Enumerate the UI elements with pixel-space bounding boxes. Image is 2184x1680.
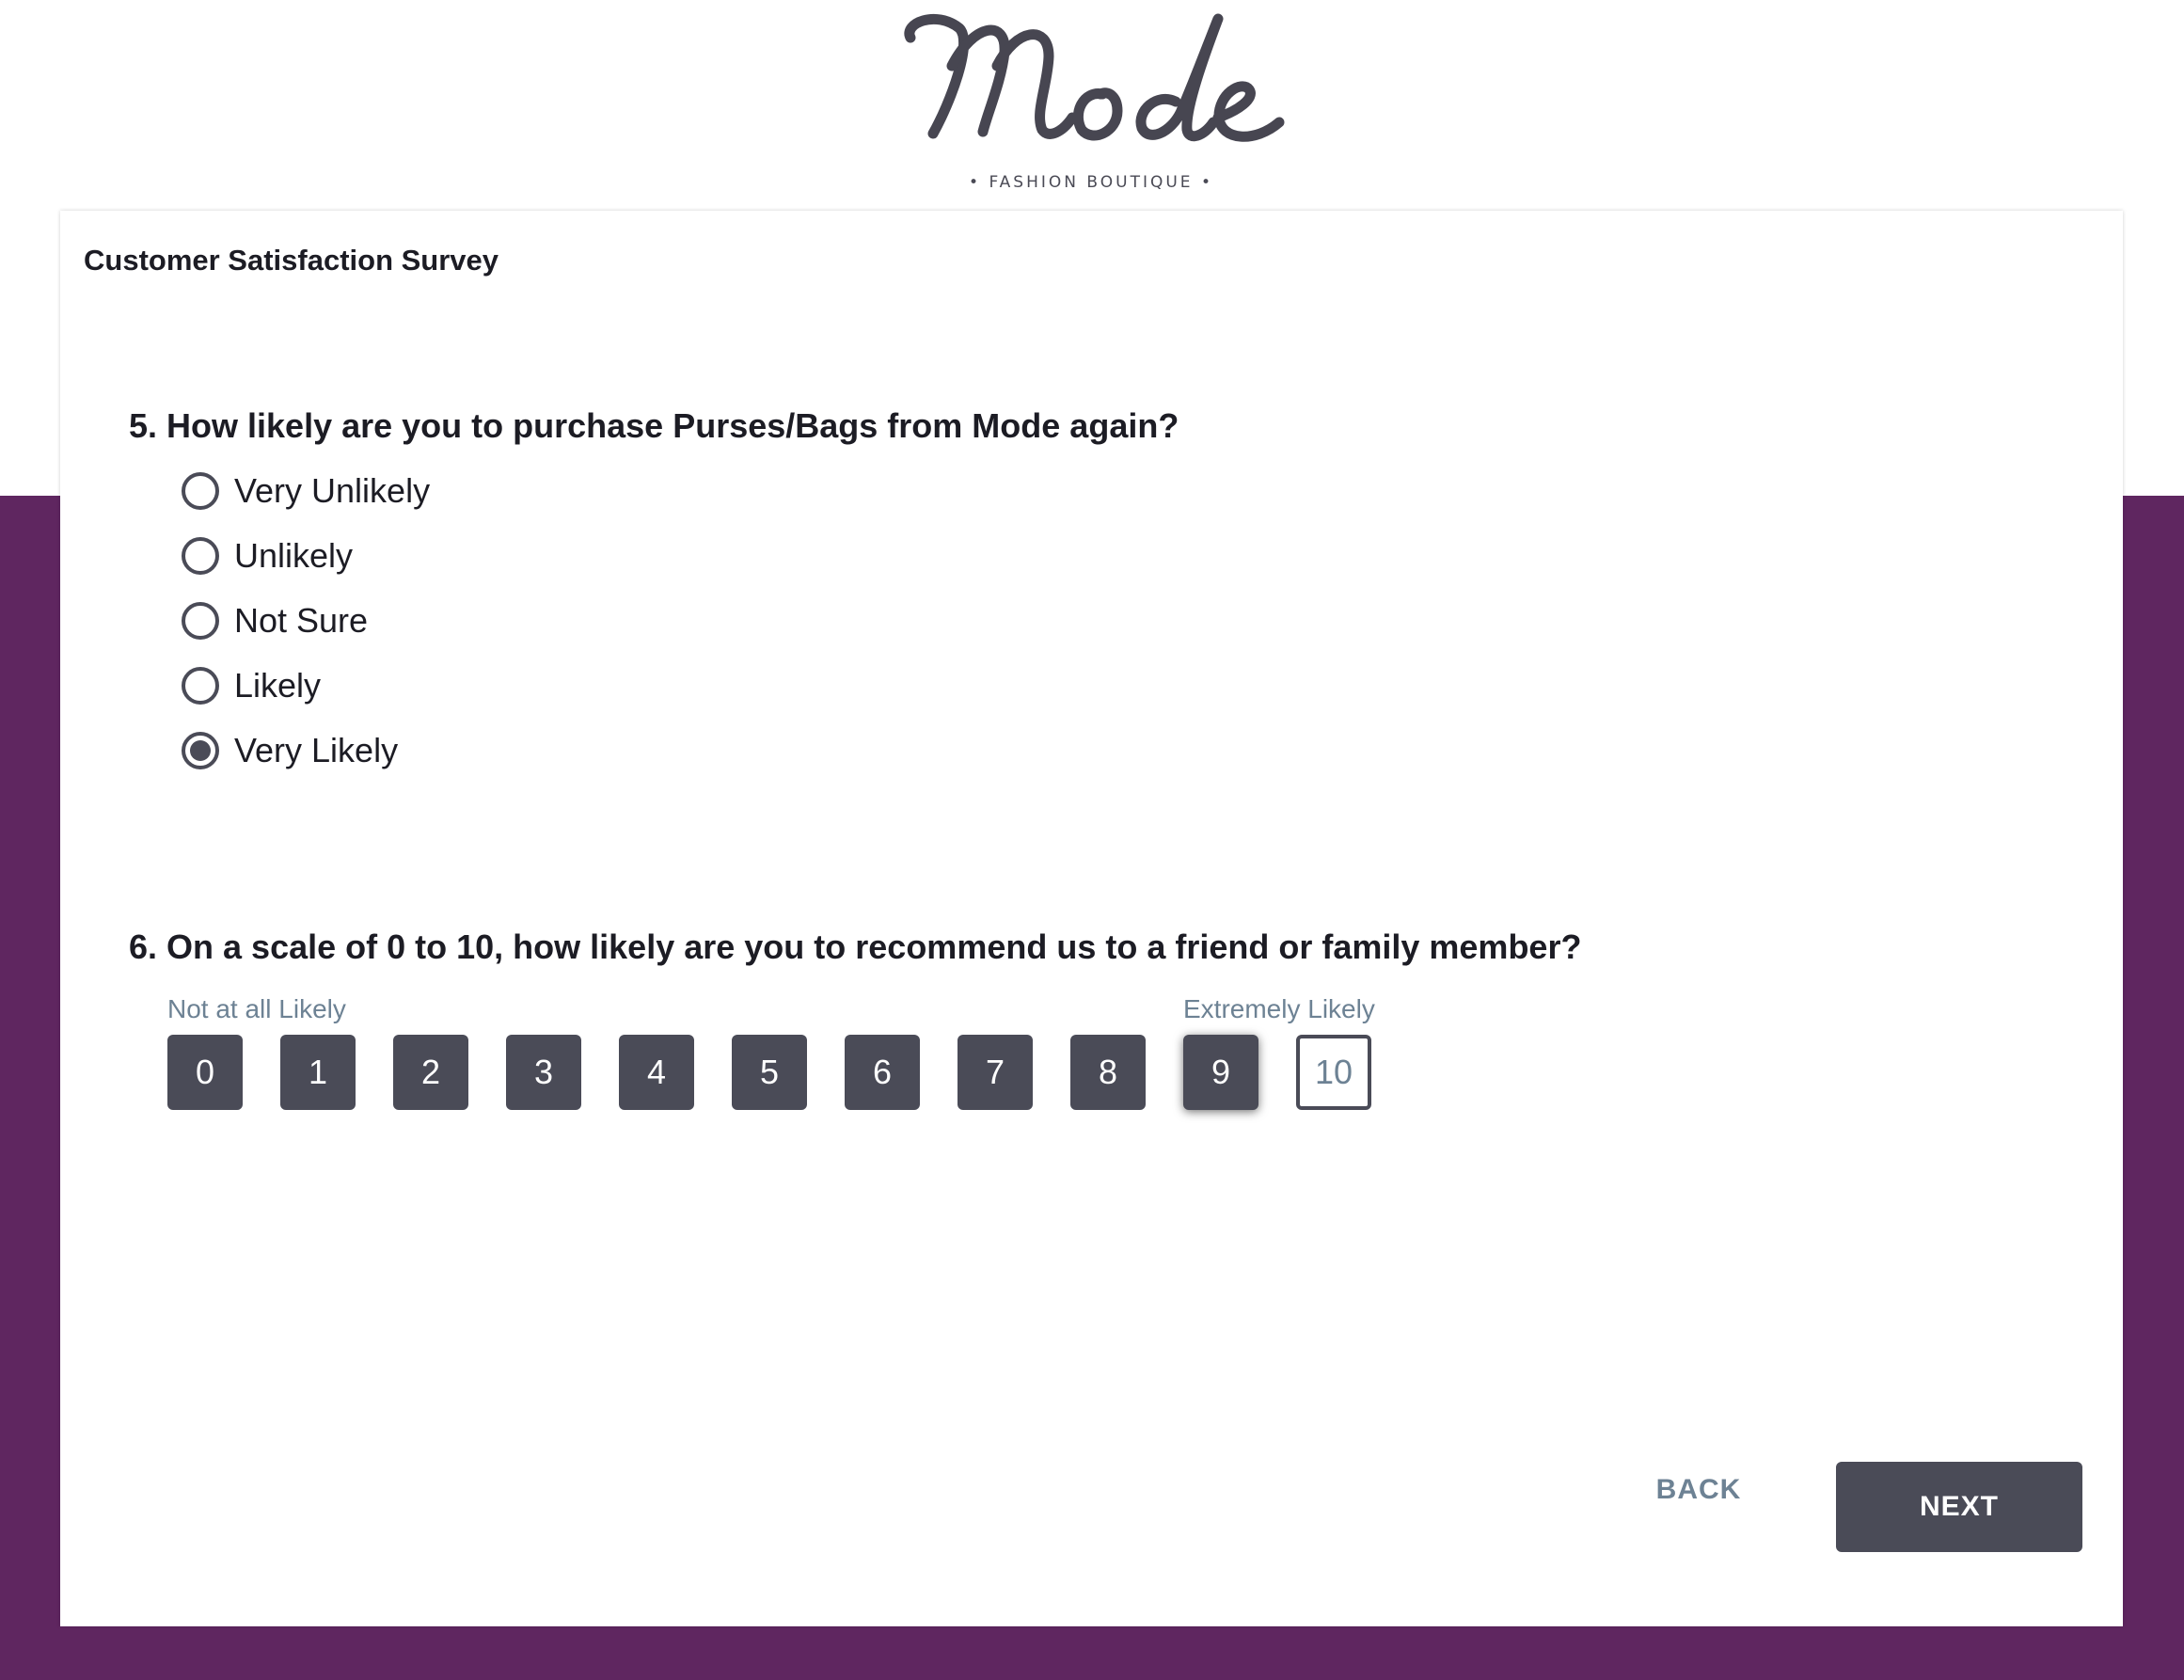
radio-button[interactable] [182, 667, 219, 705]
question-6-text: 6. On a scale of 0 to 10, how likely are… [129, 927, 1582, 966]
radio-button[interactable] [182, 602, 219, 640]
option-likely[interactable]: Likely [182, 665, 558, 706]
scale-low-label: Not at all Likely [167, 994, 346, 1023]
radio-button-selected[interactable] [182, 732, 219, 769]
scale-button-4[interactable]: 4 [619, 1035, 694, 1110]
back-button[interactable]: BACK [1633, 1462, 1765, 1518]
scale-button-1[interactable]: 1 [280, 1035, 356, 1110]
option-label: Very Unlikely [234, 471, 431, 510]
option-unlikely[interactable]: Unlikely [182, 535, 558, 577]
scale-button-9[interactable]: 9 [1183, 1035, 1258, 1110]
survey-card: Customer Satisfaction Survey 5. How like… [60, 211, 2123, 1626]
option-label: Very Likely [234, 731, 399, 769]
nps-scale: 0 1 2 3 4 5 6 7 8 9 10 [167, 1035, 1390, 1110]
scale-button-7[interactable]: 7 [957, 1035, 1033, 1110]
scale-button-3[interactable]: 3 [506, 1035, 581, 1110]
scale-button-2[interactable]: 2 [393, 1035, 468, 1110]
radio-button[interactable] [182, 472, 219, 510]
option-label: Likely [234, 666, 322, 705]
mode-logo: • FASHION BOUTIQUE • [884, 0, 1298, 202]
scale-button-6[interactable]: 6 [845, 1035, 920, 1110]
scale-button-10[interactable]: 10 [1296, 1035, 1371, 1110]
option-not-sure[interactable]: Not Sure [182, 600, 558, 642]
radio-button[interactable] [182, 537, 219, 575]
scale-high-label: Extremely Likely [1183, 994, 1375, 1023]
question-5-text: 5. How likely are you to purchase Purses… [129, 406, 1179, 445]
logo-tagline: • FASHION BOUTIQUE • [969, 173, 1213, 192]
mode-logo-mark [904, 13, 1285, 142]
survey-title: Customer Satisfaction Survey [84, 244, 499, 277]
scale-button-0[interactable]: 0 [167, 1035, 243, 1110]
option-very-likely[interactable]: Very Likely [182, 730, 558, 771]
option-label: Not Sure [234, 601, 369, 640]
option-label: Unlikely [234, 536, 354, 575]
option-very-unlikely[interactable]: Very Unlikely [182, 470, 558, 512]
scale-button-5[interactable]: 5 [732, 1035, 807, 1110]
scale-button-8[interactable]: 8 [1070, 1035, 1146, 1110]
next-button[interactable]: NEXT [1836, 1462, 2082, 1552]
